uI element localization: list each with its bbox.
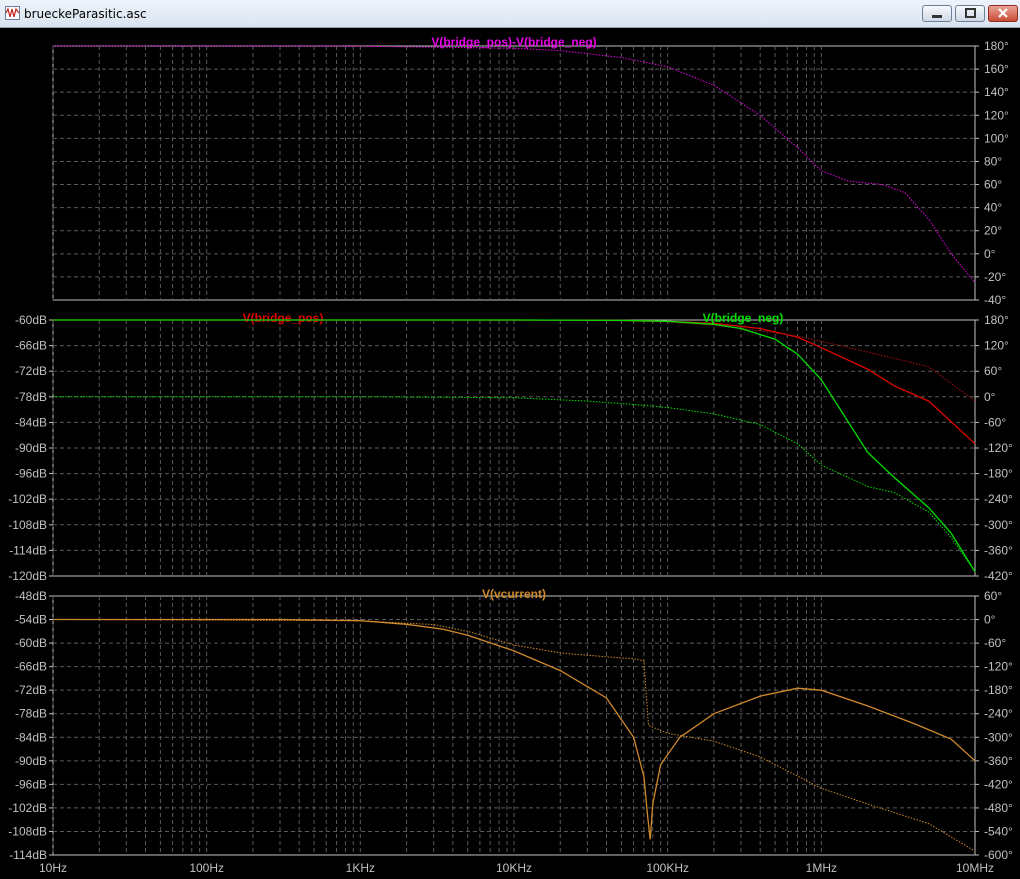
right-tick-label: -240° [984,707,1013,721]
x-tick-label: 1KHz [346,861,375,875]
left-tick-label: -48dB [15,589,47,603]
x-tick-label: 100Hz [189,861,224,875]
window-title: brueckeParasitic.asc [24,7,147,21]
x-tick-label: 10Hz [39,861,67,875]
chart-pane-2[interactable]: -60dB -66dB -72dB -78dB -84dB -90dB -96dB -102d… [8,311,1013,583]
right-tick-label: 180° [984,39,1009,53]
chart-pane-3[interactable]: -48dB -54dB -60dB -66dB -72dB -78dB -84dB -90dB… [8,587,1013,875]
close-icon [998,8,1008,18]
bode-plot[interactable]: 180° 160° 140° 120° 100° 80° 60° 40° 20° 0° -20° -4… [0,28,1020,879]
minimize-icon [932,15,942,18]
right-tick-label: 60° [984,589,1002,603]
left-tick-label: -90dB [15,441,47,455]
right-tick-label: 100° [984,131,1009,145]
right-tick-label: 140° [984,85,1009,99]
right-tick-label: -300° [984,730,1013,744]
left-tick-label: -96dB [15,777,47,791]
left-tick-label: -102dB [8,801,47,815]
right-tick-label: -20° [984,270,1006,284]
right-tick-label: 120° [984,339,1009,353]
right-tick-label: -540° [984,824,1013,838]
x-tick-label: 10KHz [496,861,532,875]
left-tick-label: -114dB [9,543,47,557]
x-tick-label: 10MHz [956,861,994,875]
right-tick-label: 0° [984,390,996,404]
series-legend-label[interactable]: V(bridge_pos) [243,311,324,325]
right-tick-label: -60° [984,636,1006,650]
right-tick-label: 40° [984,201,1002,215]
right-tick-label: -60° [984,415,1006,429]
right-tick-label: -180° [984,467,1013,481]
right-tick-label: -180° [984,683,1013,697]
right-tick-label: -420° [984,777,1013,791]
waveform-icon [5,6,20,20]
left-tick-label: -84dB [15,730,47,744]
left-tick-label: -60dB [15,636,47,650]
right-tick-label: -360° [984,543,1013,557]
x-tick-label: 1MHz [806,861,837,875]
left-tick-label: -102dB [8,492,47,506]
right-tick-label: 20° [984,224,1002,238]
title-bar: brueckeParasitic.asc [0,0,1020,28]
x-tick-label: 100KHz [646,861,689,875]
series-legend-label[interactable]: V(bridge_pos)-V(bridge_neg) [431,35,596,49]
close-button[interactable] [988,5,1018,22]
left-tick-label: -114dB [9,848,47,862]
left-tick-label: -90dB [15,754,47,768]
right-tick-label: -360° [984,754,1013,768]
left-tick-label: -78dB [15,707,47,721]
left-tick-label: -66dB [15,339,47,353]
left-tick-label: -66dB [15,660,47,674]
left-tick-label: -120dB [8,569,47,583]
series-legend-label[interactable]: V(bridge_neg) [703,311,784,325]
chart-pane-1[interactable]: 180° 160° 140° 120° 100° 80° 60° 40° 20° 0° -20° -4… [52,35,1009,307]
left-tick-label: -54dB [15,613,47,627]
left-tick-label: -78dB [15,390,47,404]
left-tick-label: -72dB [15,683,47,697]
restore-icon [965,8,976,18]
left-tick-label: -108dB [8,518,47,532]
left-tick-label: -108dB [8,824,47,838]
right-tick-label: 120° [984,108,1009,122]
maximize-button[interactable] [955,5,985,22]
plot-area[interactable]: 180° 160° 140° 120° 100° 80° 60° 40° 20° 0° -20° -4… [0,28,1020,879]
right-tick-label: -120° [984,660,1013,674]
right-tick-label: 0° [984,613,996,627]
right-tick-label: 0° [984,247,996,261]
left-tick-label: -72dB [15,364,47,378]
right-tick-label: -40° [984,293,1006,307]
right-tick-label: -120° [984,441,1013,455]
right-tick-label: 60° [984,178,1002,192]
left-tick-label: -96dB [15,467,47,481]
right-tick-label: 80° [984,154,1002,168]
series-phase-line [52,319,976,402]
series-legend-label[interactable]: V(vcurrent) [482,587,546,601]
right-tick-label: 160° [984,62,1009,76]
right-tick-label: -420° [984,569,1013,583]
left-tick-label: -84dB [15,415,47,429]
right-tick-label: -300° [984,518,1013,532]
minimize-button[interactable] [922,5,952,22]
right-tick-label: 60° [984,364,1002,378]
right-tick-label: -480° [984,801,1013,815]
right-tick-label: -240° [984,492,1013,506]
right-tick-label: -600° [984,848,1013,862]
left-tick-label: -60dB [15,313,47,327]
right-tick-label: 180° [984,313,1009,327]
